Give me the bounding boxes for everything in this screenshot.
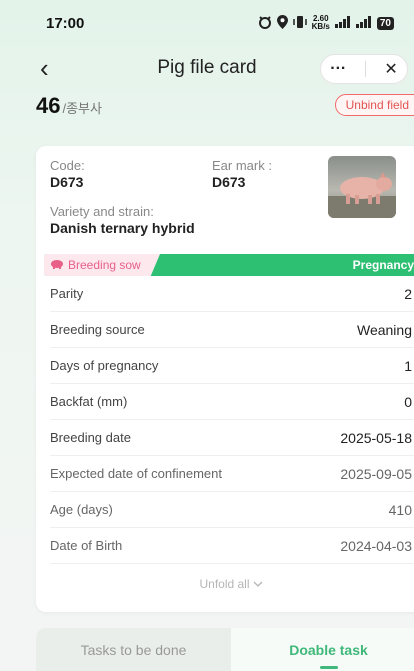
row-label: Days of pregnancy (50, 358, 159, 373)
tab-doable-task[interactable]: Doable task (231, 628, 414, 671)
status-icons: 2.60 KB/s 70 (258, 14, 394, 32)
status-strip: Breeding sow Pregnancy (44, 254, 414, 276)
more-icon[interactable]: ··· (330, 60, 346, 78)
row-backfat: Backfat (mm) 0 (50, 384, 414, 420)
unfold-all-label: Unfold all (199, 577, 250, 591)
capsule-divider (364, 61, 366, 77)
row-value: 2024-04-03 (340, 537, 412, 554)
ear-mark-value: D673 (212, 174, 246, 190)
pig-detail-list: Parity 2 Breeding source Weaning Days of… (36, 276, 414, 564)
row-date-of-birth: Date of Birth 2024-04-03 (50, 528, 414, 564)
row-breeding-source: Breeding source Weaning (50, 312, 414, 348)
row-label: Expected date of confinement (50, 466, 223, 481)
pig-number: 46 (36, 93, 61, 118)
signal-5g-icon (355, 15, 372, 31)
row-value: 410 (388, 501, 412, 518)
breeding-sow-label: Breeding sow (68, 258, 141, 272)
status-time: 17:00 (46, 14, 85, 32)
pregnancy-label: Pregnancy (352, 258, 414, 272)
row-value: 2025-05-18 (340, 429, 412, 446)
variety-block: Variety and strain: Danish ternary hybri… (50, 204, 195, 236)
back-icon[interactable]: ‹ (40, 55, 49, 81)
row-days-of-pregnancy: Days of pregnancy 1 (50, 348, 414, 384)
task-tabs: Tasks to be done Doable task (36, 628, 414, 671)
row-value: Weaning (356, 321, 412, 338)
pig-header: 46/종부사 Unbind field (0, 90, 414, 122)
network-speed: 2.60 KB/s (312, 15, 330, 31)
network-speed-unit: KB/s (311, 22, 330, 31)
row-label: Breeding source (50, 322, 145, 337)
variety-value: Danish ternary hybrid (50, 220, 195, 236)
row-value: 2 (404, 285, 412, 302)
status-bar: 17:00 2.60 KB/s 70 (0, 0, 414, 46)
row-label: Backfat (mm) (50, 394, 128, 409)
signal-icon (334, 15, 351, 31)
pig-icon (50, 258, 64, 272)
code-value: D673 (50, 174, 84, 190)
row-parity: Parity 2 (50, 276, 414, 312)
mini-program-capsule: ··· ✕ (320, 54, 408, 84)
unbind-field-button[interactable]: Unbind field (334, 94, 414, 116)
location-icon (276, 14, 288, 32)
pig-photo[interactable] (328, 156, 396, 218)
tab-tasks-to-be-done[interactable]: Tasks to be done (36, 628, 231, 671)
row-age-days: Age (days) 410 (50, 492, 414, 528)
pig-info-card: Code: D673 Ear mark : D673 Variety and s… (36, 146, 414, 612)
nav-bar: ‹ Pig file card ··· ✕ (0, 46, 414, 90)
pig-number-suffix: /종부사 (62, 101, 102, 116)
row-expected-confinement: Expected date of confinement 2025-09-05 (50, 456, 414, 492)
variety-label: Variety and strain: (50, 204, 154, 219)
row-label: Age (days) (50, 502, 113, 517)
row-label: Date of Birth (50, 538, 123, 553)
ear-mark-block: Ear mark : D673 (212, 158, 272, 190)
vibrate-icon (292, 15, 307, 32)
alarm-icon (258, 15, 272, 32)
row-value: 2025-09-05 (340, 465, 412, 482)
chevron-down-icon (253, 577, 263, 591)
row-breeding-date: Breeding date 2025-05-18 (50, 420, 414, 456)
pig-number-block: 46/종부사 (36, 93, 102, 119)
row-value: 1 (404, 357, 412, 374)
close-icon[interactable]: ✕ (384, 59, 397, 79)
row-label: Breeding date (50, 430, 131, 445)
code-block: Code: D673 (50, 158, 85, 190)
unfold-all-button[interactable]: Unfold all (36, 564, 414, 604)
battery-icon: 70 (376, 16, 394, 30)
pig-basic-info: Code: D673 Ear mark : D673 Variety and s… (36, 146, 414, 254)
row-value: 0 (404, 393, 412, 410)
code-label: Code: (50, 158, 85, 173)
ear-mark-label: Ear mark : (212, 158, 272, 173)
breeding-sow-tag: Breeding sow (44, 254, 160, 276)
row-label: Parity (50, 286, 84, 301)
